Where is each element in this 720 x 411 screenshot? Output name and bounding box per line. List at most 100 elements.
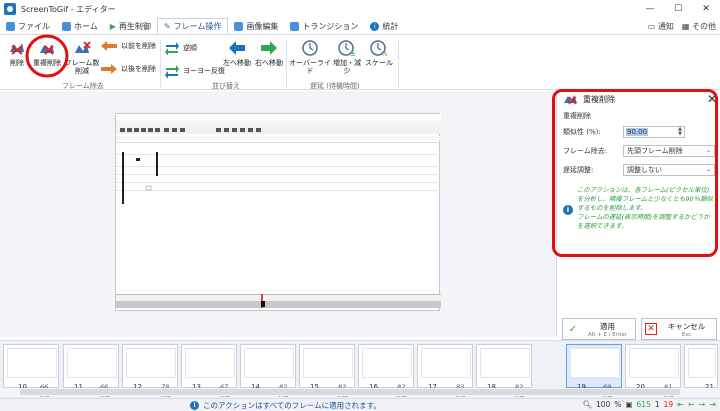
ribbon-divider xyxy=(286,39,287,87)
checkmark-icon: ✓ xyxy=(568,323,578,335)
previous-frame-icon[interactable]: ← xyxy=(688,400,695,409)
delay-select[interactable]: 調整しない ⌄ xyxy=(623,164,715,176)
move-left-button[interactable]: 左へ移動 xyxy=(220,39,254,67)
arrow-left-icon xyxy=(226,39,248,57)
tab-home[interactable]: ホーム xyxy=(56,18,104,34)
editor-canvas-area xyxy=(0,91,556,337)
ribbon-panel: 削除 重複削除 フレーム数 削減 以前を削除 以後を削除 フレーム除去 逆順 ヨ… xyxy=(0,34,720,90)
play-icon: ▶ xyxy=(109,21,116,31)
zoom-icon: 🔍︎ xyxy=(582,400,592,409)
similarity-input[interactable]: 90.00 ▲ ▼ xyxy=(623,126,685,138)
info-text: このアクションは、各フレーム(ピクセル単位)を分析し、隣接フレームと少なくとも9… xyxy=(577,186,713,230)
similarity-label: 類似性 (%): xyxy=(563,128,601,136)
scrollbar-thumb[interactable] xyxy=(20,389,680,395)
close-panel-button[interactable]: ✕ xyxy=(707,92,717,106)
section-title: 重複削除 xyxy=(563,112,591,120)
selected-count: 1 xyxy=(654,400,660,409)
app-logo-icon xyxy=(4,3,16,15)
last-frame-icon[interactable]: ⇥ xyxy=(709,400,716,409)
move-right-button[interactable]: 右へ移動 xyxy=(252,39,286,67)
maximize-button[interactable]: ☐ xyxy=(664,0,692,18)
cancel-button[interactable]: ✕ キャンセル Esc xyxy=(641,318,717,340)
bell-icon: ▭ xyxy=(647,21,656,31)
tab-frame-ops[interactable]: ✎ フレーム操作 xyxy=(156,18,229,34)
remove-duplicates-panel: 重複削除 ✕ 重複削除 類似性 (%): 90.00 ▲ ▼ フレーム除去: 先頭… xyxy=(556,91,720,337)
tab-file[interactable]: ファイル xyxy=(0,18,56,34)
highlight-circle xyxy=(25,34,69,78)
current-frame: 19 xyxy=(663,400,674,409)
total-frames: 615 xyxy=(636,400,651,409)
minimize-button[interactable]: — xyxy=(636,0,664,18)
reverse-button[interactable]: 逆順 xyxy=(164,41,197,55)
spinner-arrows-icon[interactable]: ▲ ▼ xyxy=(678,127,682,137)
notifications-button[interactable]: ▭ 通知 xyxy=(648,21,674,32)
increase-decrease-button[interactable]: ± 増加・減少 xyxy=(330,39,364,75)
frame-thumbnail[interactable]: 1682 ms xyxy=(358,344,414,399)
arrow-left-delete-icon xyxy=(101,41,117,51)
frame-thumbnail[interactable]: 1066 ms xyxy=(3,344,59,399)
ribbon-divider xyxy=(398,39,399,87)
frame-preview xyxy=(244,348,294,378)
ribbon-divider xyxy=(160,39,161,87)
tab-playback[interactable]: ▶ 再生制御 xyxy=(104,18,157,34)
home-icon xyxy=(62,21,71,31)
transition-icon xyxy=(290,21,300,31)
delete-before-button[interactable]: 以前を削除 xyxy=(100,41,156,51)
yoyo-button[interactable]: ヨーヨー反復 xyxy=(164,64,225,78)
frame-preview xyxy=(688,348,716,378)
tab-image-edit[interactable]: 画像編集 xyxy=(228,18,284,34)
frame-preview xyxy=(480,348,530,378)
scale-button[interactable]: % スケール xyxy=(364,39,394,67)
frame-preview xyxy=(362,348,412,378)
frame-preview xyxy=(67,348,117,378)
yoyo-icon xyxy=(165,65,179,78)
frame-thumbnail[interactable]: 1783 ms xyxy=(417,344,473,399)
others-button[interactable]: ▦ その他 xyxy=(682,21,716,32)
close-window-button[interactable]: ✕ xyxy=(692,0,720,18)
arrow-right-icon xyxy=(258,39,280,57)
apply-button[interactable]: ✓ 適用 Alt + E / Enter xyxy=(562,318,636,340)
frame-preview-image xyxy=(115,113,441,311)
frame-thumbnail[interactable]: 1367 ms xyxy=(181,344,237,399)
zoom-value[interactable]: 100 xyxy=(596,400,610,409)
frame-preview xyxy=(126,348,176,378)
svg-text:±: ± xyxy=(350,50,356,57)
frame-thumbnail[interactable]: 1166 ms xyxy=(63,344,119,399)
tab-transition[interactable]: トランジション xyxy=(284,18,364,34)
frame-preview xyxy=(185,348,235,378)
cancel-x-icon: ✕ xyxy=(645,323,657,335)
filmstrip-scrollbar[interactable] xyxy=(0,388,720,396)
next-frame-icon[interactable]: → xyxy=(699,400,706,409)
reverse-icon xyxy=(165,42,179,55)
frame-thumbnail[interactable]: 1582 ms xyxy=(299,344,355,399)
frames-icon: ▣ xyxy=(625,400,633,409)
frame-thumbnail[interactable]: 1278 ms xyxy=(122,344,178,399)
clock-percent-icon: % xyxy=(368,39,390,57)
delay-row: 遅延調整: 調整しない ⌄ xyxy=(563,164,715,176)
clock-plus-minus-icon: ± xyxy=(336,39,358,57)
panel-title: 重複削除 xyxy=(583,94,615,104)
similarity-row: 類似性 (%): 90.00 ▲ ▼ xyxy=(563,126,685,138)
frame-thumbnail[interactable]: 2081 ms xyxy=(625,344,681,399)
info-icon: i xyxy=(370,21,380,31)
frame-preview xyxy=(303,348,353,378)
removal-select[interactable]: 先頭フレーム削除 ⌄ xyxy=(623,145,715,157)
window-controls: — ☐ ✕ xyxy=(636,0,720,18)
file-icon xyxy=(6,21,15,31)
frame-thumbnail[interactable]: 21 xyxy=(684,344,718,391)
frame-thumbnail[interactable]: 1882 ms xyxy=(476,344,532,399)
window-title: ScreenToGif - エディター xyxy=(21,4,116,14)
grid-icon: ▦ xyxy=(681,21,690,31)
panel-header: 重複削除 ✕ xyxy=(557,91,720,107)
chevron-down-icon: ⌄ xyxy=(705,147,711,154)
frame-preview xyxy=(7,348,57,378)
first-frame-icon[interactable]: ⇤ xyxy=(677,400,684,409)
tab-statistics[interactable]: i 統計 xyxy=(364,18,404,34)
frame-thumbnail[interactable]: 1482 ms xyxy=(240,344,296,399)
reduce-frames-icon xyxy=(71,39,93,57)
override-button[interactable]: オーバーライド xyxy=(288,39,332,75)
chevron-down-icon: ⌄ xyxy=(705,166,711,173)
clock-override-icon xyxy=(299,39,321,57)
frame-thumbnail-selected[interactable]: 1969 ms xyxy=(566,344,622,399)
delete-after-button[interactable]: 以後を削除 xyxy=(100,64,156,74)
